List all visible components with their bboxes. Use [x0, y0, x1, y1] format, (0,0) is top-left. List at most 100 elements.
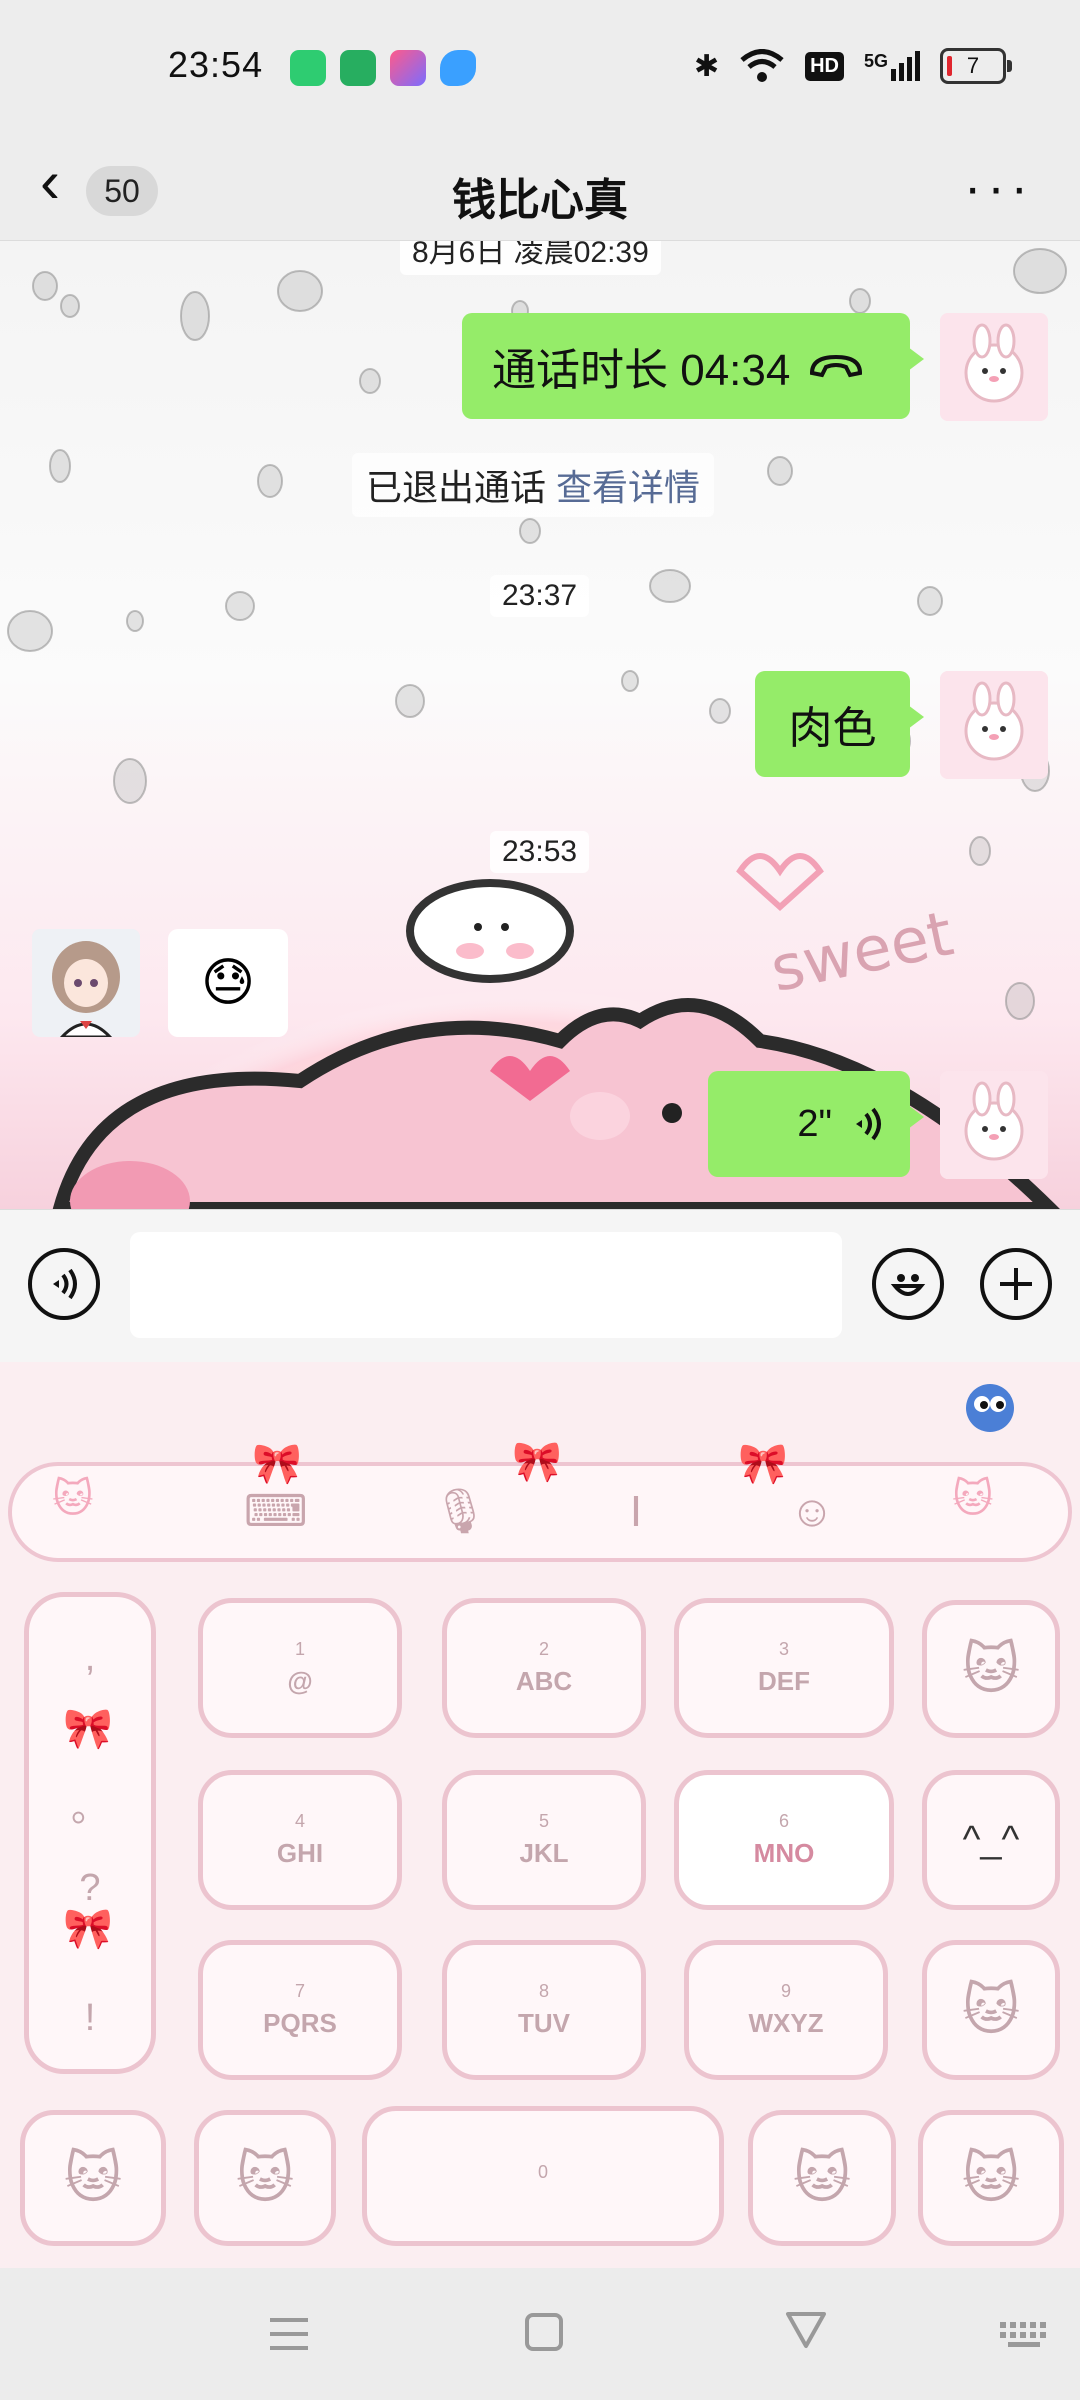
keyboard: ⌨ 🎙 I ☺ 🎀 🎀 🎀 🐱 🐱 , 🎀 。 ? 🎀 ! 1 @ 2 ABC … — [0, 1362, 1080, 2268]
message-input[interactable] — [130, 1232, 842, 1338]
key-number: 9 — [780, 1980, 791, 2001]
timestamp: 23:53 — [490, 831, 590, 873]
key-0-space[interactable]: 0 — [362, 2106, 724, 2246]
my-avatar[interactable] — [940, 671, 1048, 779]
keyboard-hide-icon[interactable] — [998, 2320, 1050, 2350]
back-triangle-icon[interactable] — [784, 2310, 828, 2350]
key-2[interactable]: 2 ABC — [442, 1598, 646, 1738]
key-number: 4 — [294, 1810, 305, 1831]
punct-period[interactable]: 。 — [29, 1777, 151, 1832]
cat-key-icon: 🐱 — [792, 2146, 852, 2209]
emoticon-label: ^_^ — [962, 1818, 1020, 1861]
key-4[interactable]: 4 GHI — [198, 1770, 402, 1910]
call-duration-bubble[interactable]: 通话时长 04:34 — [462, 313, 924, 419]
battery-level: 7 — [966, 53, 980, 78]
bow-decoration: 🎀 — [63, 1707, 113, 1751]
key-enter[interactable]: 🐱 — [918, 2110, 1064, 2246]
shortcut-app-icon — [390, 50, 426, 86]
sent-text-bubble[interactable]: 肉色 — [755, 671, 924, 777]
key-number: 6 — [778, 1810, 789, 1831]
bluetooth-icon: ✱ — [693, 49, 720, 83]
key-symbols[interactable]: 🐱 — [20, 2110, 166, 2246]
received-emoji-bubble[interactable]: 😓 — [168, 929, 288, 1037]
key-emoji-cat[interactable]: 🐱 — [922, 1940, 1060, 2080]
cursor-icon[interactable]: I — [608, 1484, 664, 1540]
voice-input-icon — [53, 1268, 77, 1300]
key-8[interactable]: 8 TUV — [442, 1940, 646, 2080]
sweat-emoji-icon: 😓 — [200, 954, 256, 1012]
feather-app-icon — [440, 50, 476, 86]
key-1[interactable]: 1 @ — [198, 1598, 402, 1738]
key-3[interactable]: 3 DEF — [674, 1598, 894, 1738]
key-switch-language[interactable]: 🐱 — [194, 2110, 336, 2246]
key-emoji-cat[interactable]: 🐱 — [922, 1600, 1060, 1738]
punct-question[interactable]: ? — [29, 1867, 151, 1910]
anime-girl-avatar-icon — [32, 929, 140, 1037]
microphone-icon[interactable]: 🎙 — [432, 1484, 488, 1540]
hd-badge: HD — [805, 51, 844, 81]
key-emoticon[interactable]: ^_^ — [922, 1770, 1060, 1910]
menu-icon[interactable] — [268, 2314, 310, 2354]
plus-icon — [1000, 1268, 1032, 1300]
cat-key-icon: 🐱 — [961, 1978, 1021, 2041]
bunny-avatar-icon — [940, 313, 1048, 421]
punct-comma[interactable]: , — [29, 1637, 151, 1680]
my-avatar[interactable] — [940, 1071, 1048, 1179]
key-label: DEF — [758, 1665, 810, 1696]
key-6[interactable]: 6 MNO — [674, 1770, 894, 1910]
view-details-link[interactable]: 查看详情 — [556, 467, 700, 508]
wallet-app-icon — [340, 50, 376, 86]
key-label: WXYZ — [748, 2007, 824, 2038]
key-number: 3 — [778, 1638, 789, 1659]
wifi-icon — [740, 49, 784, 82]
key-number: 2 — [538, 1638, 549, 1659]
system-message: 已退出通话 查看详情 — [352, 453, 715, 517]
bunny-avatar-icon — [940, 1071, 1048, 1179]
key-5[interactable]: 5 JKL — [442, 1770, 646, 1910]
key-enter-left[interactable]: 🐱 — [748, 2110, 896, 2246]
contact-avatar[interactable] — [32, 929, 140, 1037]
notification-icons — [290, 50, 476, 86]
status-bar: 23:54 ✱ HD 5G 7 — [0, 0, 1080, 140]
cat-key-icon: 🐱 — [961, 2146, 1021, 2209]
bow-decoration: 🎀 — [252, 1442, 302, 1486]
system-navigation-bar — [0, 2268, 1080, 2400]
battery-icon: 7 — [940, 48, 1012, 84]
call-duration-text: 通话时长 04:34 — [492, 346, 791, 395]
keyboard-switch-icon[interactable]: ⌨ — [244, 1484, 308, 1540]
key-label: TUV — [518, 2007, 570, 2038]
bunny-avatar-icon — [940, 671, 1048, 779]
chat-header: ‹ 50 钱比心真 ··· — [0, 140, 1080, 241]
bow-decoration: 🎀 — [63, 1907, 113, 1951]
home-square-icon[interactable] — [524, 2312, 564, 2352]
cat-key-icon: 🐱 — [961, 1637, 1021, 1700]
chat-title: 钱比心真 — [452, 176, 628, 225]
timestamp: 23:37 — [490, 575, 590, 617]
punctuation-column[interactable]: , 🎀 。 ? 🎀 ! — [24, 1592, 156, 2074]
signal-label: 5G — [863, 51, 888, 71]
cat-decoration: 🐱 — [952, 1477, 994, 1521]
svg-text:sweet: sweet — [764, 896, 959, 1006]
smiley-icon — [890, 1274, 926, 1296]
chat-input-bar — [0, 1209, 1080, 1362]
emoji-keyboard-icon[interactable]: ☺ — [784, 1484, 840, 1540]
key-label: JKL — [519, 1837, 569, 1868]
cat-key-icon: 🐱 — [235, 2146, 295, 2209]
voice-input-toggle-button[interactable] — [28, 1248, 100, 1320]
punct-exclamation[interactable]: ! — [29, 1997, 151, 2040]
key-label: PQRS — [263, 2007, 337, 2038]
voice-message-bubble[interactable]: 2" — [708, 1071, 924, 1177]
key-number: 5 — [538, 1810, 549, 1831]
key-number: 8 — [538, 1980, 549, 2001]
battery-app-icon — [290, 50, 326, 86]
key-label: MNO — [753, 1837, 815, 1868]
cat-bath-icon: 🐱 — [63, 2146, 123, 2209]
cat-decoration: 🐱 — [52, 1477, 94, 1521]
chat-history[interactable]: sweet 8月6日 凌晨02:39 通话时长 04:34 已退出通话 查看详情… — [0, 241, 1080, 1209]
key-7[interactable]: 7 PQRS — [198, 1940, 402, 2080]
my-avatar[interactable] — [940, 313, 1048, 421]
emoji-button[interactable] — [872, 1248, 944, 1320]
more-options-icon[interactable]: ··· — [964, 158, 1034, 218]
plus-button[interactable] — [980, 1248, 1052, 1320]
key-9[interactable]: 9 WXYZ — [684, 1940, 888, 2080]
